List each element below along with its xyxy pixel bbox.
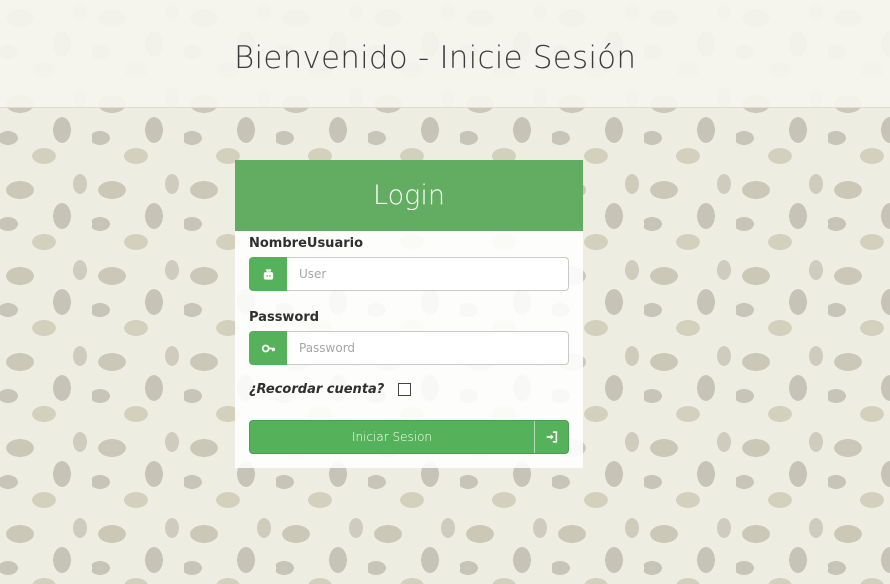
login-button[interactable]: Iniciar Sesion — [249, 420, 569, 454]
login-title: Login — [373, 180, 445, 211]
remember-row: ¿Recordar cuenta? — [249, 382, 412, 397]
user-icon — [249, 257, 287, 291]
remember-label: ¿Recordar cuenta? — [249, 382, 385, 397]
page-header: Bienvenido - Inicie Sesión — [0, 0, 890, 108]
username-label: NombreUsuario — [249, 236, 364, 251]
password-label: Password — [249, 310, 320, 325]
password-field[interactable] — [287, 331, 569, 365]
login-panel: Login NombreUsuario Password ¿Recordar c… — [235, 160, 583, 468]
page-title: Bienvenido - Inicie Sesión — [234, 40, 637, 76]
password-input-group — [249, 331, 569, 365]
login-button-label: Iniciar Sesion — [351, 430, 433, 444]
sign-in-icon — [534, 421, 568, 453]
remember-checkbox[interactable] — [398, 383, 412, 396]
username-input-group — [249, 257, 569, 291]
key-icon — [249, 331, 287, 365]
login-panel-heading: Login — [235, 160, 583, 231]
username-field[interactable] — [287, 257, 569, 291]
